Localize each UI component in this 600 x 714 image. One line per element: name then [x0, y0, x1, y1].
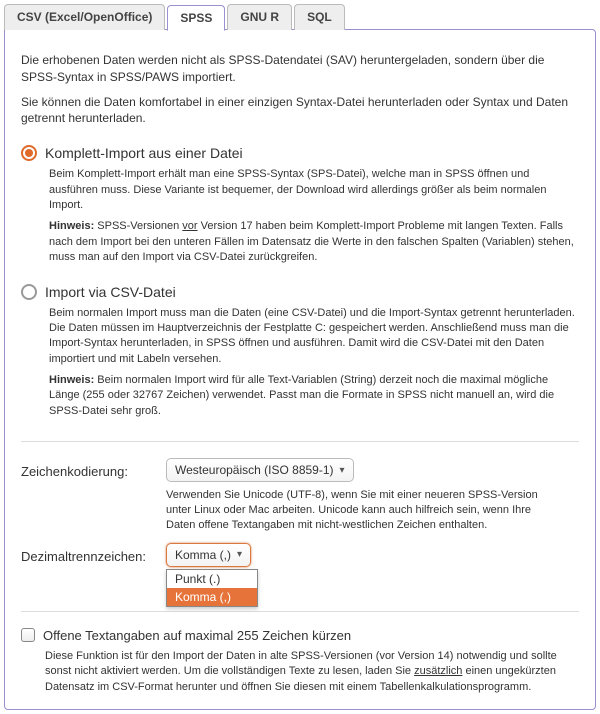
truncate-label: Offene Textangaben auf maximal 255 Zeich…	[43, 628, 351, 643]
chevron-down-icon: ▾	[237, 549, 242, 560]
decimal-select[interactable]: Komma (,) ▾	[166, 543, 251, 567]
decimal-option-komma[interactable]: Komma (,)	[167, 588, 257, 606]
import-csv-hint: Hinweis: Beim normalen Import wird für a…	[49, 373, 579, 419]
intro-text-2: Sie können die Daten komfortabel in eine…	[21, 94, 579, 128]
truncate-checkbox[interactable]	[21, 628, 35, 642]
intro-text-1: Die erhobenen Daten werden nicht als SPS…	[21, 52, 579, 86]
radio-import-csv-label: Import via CSV-Datei	[45, 284, 176, 300]
radio-import-csv[interactable]	[21, 284, 37, 300]
divider	[21, 441, 579, 442]
divider	[21, 611, 579, 612]
import-csv-desc: Beim normalen Import muss man die Daten …	[49, 306, 579, 368]
decimal-option-punkt[interactable]: Punkt (.)	[167, 570, 257, 588]
tab-spss[interactable]: SPSS	[167, 5, 225, 31]
chevron-down-icon: ▾	[340, 465, 345, 476]
komplett-import-hint: Hinweis: SPSS-Versionen vor Version 17 h…	[49, 219, 579, 265]
tab-csv[interactable]: CSV (Excel/OpenOffice)	[4, 4, 165, 30]
komplett-import-desc: Beim Komplett-Import erhält man eine SPS…	[49, 167, 579, 213]
tab-gnur[interactable]: GNU R	[227, 4, 292, 30]
tab-sql[interactable]: SQL	[294, 4, 345, 30]
encoding-help: Verwenden Sie Unicode (UTF-8), wenn Sie …	[166, 488, 556, 533]
radio-komplett-import[interactable]	[21, 145, 37, 161]
decimal-label: Dezimaltrennzeichen:	[21, 543, 166, 564]
radio-komplett-import-label: Komplett-Import aus einer Datei	[45, 145, 243, 161]
encoding-label: Zeichenkodierung:	[21, 458, 166, 479]
encoding-select[interactable]: Westeuropäisch (ISO 8859-1) ▾	[166, 458, 354, 482]
decimal-dropdown: Punkt (.) Komma (,)	[166, 569, 258, 607]
truncate-desc: Diese Funktion ist für den Import der Da…	[45, 649, 579, 695]
tab-panel-spss: Die erhobenen Daten werden nicht als SPS…	[4, 29, 596, 710]
